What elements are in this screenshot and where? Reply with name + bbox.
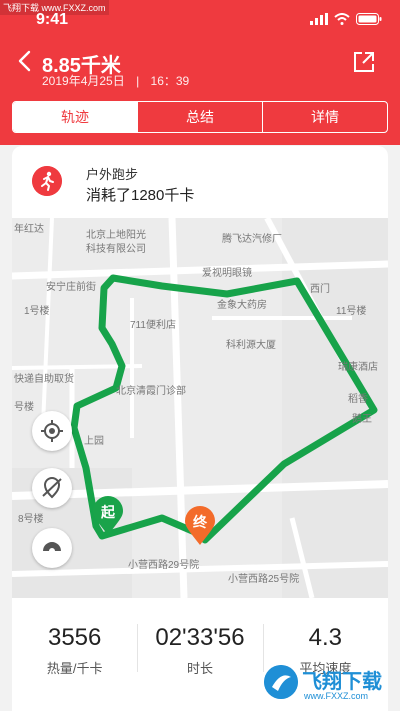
map-label: 年红达 (14, 224, 44, 235)
map-label: 腾飞达汽修厂 (222, 234, 282, 245)
watermark-bottom: 飞翔下载 www.FXXZ.com (264, 663, 396, 709)
watermark-title: 飞翔下载 (302, 671, 382, 693)
map-label: 瑞康酒店 (338, 362, 378, 373)
map-label: 爱视明眼镜 (202, 268, 252, 279)
status-icons (310, 13, 382, 25)
map-label: 711便利店 (130, 320, 176, 331)
tab-track[interactable]: 轨迹 (13, 102, 137, 132)
start-marker: 起 (92, 496, 124, 536)
stat-label: 热量/千卡 (46, 661, 103, 676)
stat-value: 3556 (47, 624, 102, 651)
map-label: 小营西路29号院 (128, 560, 200, 571)
status-bar: 飞翔下载 www.FXXZ.com 9:41 (0, 0, 400, 36)
map-label: 科技有限公司 (86, 244, 146, 255)
wifi-icon (334, 13, 350, 25)
workout-card: 户外跑步 消耗了1280千卡 年红达 北京上地阳光 科技有限公司 腾飞达汽修厂 … (12, 146, 388, 711)
start-marker-label: 起 (101, 504, 115, 520)
map-label: 上园 (84, 436, 104, 447)
locate-button[interactable] (32, 411, 72, 451)
running-icon (32, 166, 62, 196)
workout-date: 2019年4月25日 (42, 74, 125, 88)
map-label: 科利源大厦 (226, 340, 276, 351)
calories-text: 消耗了1280千卡 (86, 187, 195, 204)
datetime-separator: | (136, 74, 140, 88)
share-icon[interactable] (352, 50, 376, 74)
end-marker: 终 (184, 506, 216, 546)
map-label: 号楼 (14, 402, 34, 413)
map-label: 11号楼 (336, 306, 367, 317)
map-label: 安宁庄前街 (46, 282, 96, 293)
stat-value: 4.3 (308, 624, 342, 651)
watermark-logo-icon (264, 665, 298, 699)
workout-datetime: 2019年4月25日 | 16：39 (42, 72, 189, 89)
tab-details[interactable]: 详情 (262, 102, 387, 132)
map-label: 稻香 (348, 394, 368, 405)
map-label: 快递自助取货 (14, 374, 74, 385)
battery-icon (356, 13, 382, 25)
map-label: 鹅王 (352, 414, 372, 425)
workout-time: 16：39 (150, 74, 190, 88)
map-label: 8号楼 (18, 514, 44, 525)
status-time: 9:41 (36, 11, 69, 28)
map-label: 北京上地阳光 (86, 230, 146, 241)
stat-value: 02'33'56 (155, 624, 245, 651)
activity-type: 户外跑步 (86, 167, 139, 182)
header: 飞翔下载 www.FXXZ.com 9:41 8.85千米 2019年4月25日… (0, 0, 400, 145)
route-map[interactable]: 年红达 北京上地阳光 科技有限公司 腾飞达汽修厂 爱视明眼镜 西门 安宁庄前街 … (12, 218, 388, 598)
map-label: 北京清霞门诊部 (116, 386, 186, 397)
stat-duration: 02'33'56 时长 (137, 618, 262, 708)
end-marker-label: 终 (193, 514, 207, 530)
hide-location-icon (42, 477, 62, 499)
map-label: 1号楼 (24, 306, 50, 317)
activity-summary: 户外跑步 消耗了1280千卡 (12, 146, 388, 218)
tab-summary[interactable]: 总结 (137, 102, 262, 132)
map-label: 西门 (310, 284, 330, 295)
layers-icon (43, 542, 61, 551)
stat-calories: 3556 热量/千卡 (12, 618, 137, 708)
map-style-button[interactable] (32, 528, 72, 568)
hide-route-button[interactable] (32, 468, 72, 508)
watermark-url: www.FXXZ.com (304, 691, 369, 701)
map-label: 金象大药房 (217, 300, 267, 311)
back-icon[interactable] (14, 48, 36, 74)
signal-icon (310, 13, 328, 25)
locate-icon (41, 420, 63, 442)
stat-label: 时长 (186, 661, 213, 676)
map-label: 小营西路25号院 (228, 574, 300, 585)
tab-bar: 轨迹 总结 详情 (12, 101, 388, 133)
